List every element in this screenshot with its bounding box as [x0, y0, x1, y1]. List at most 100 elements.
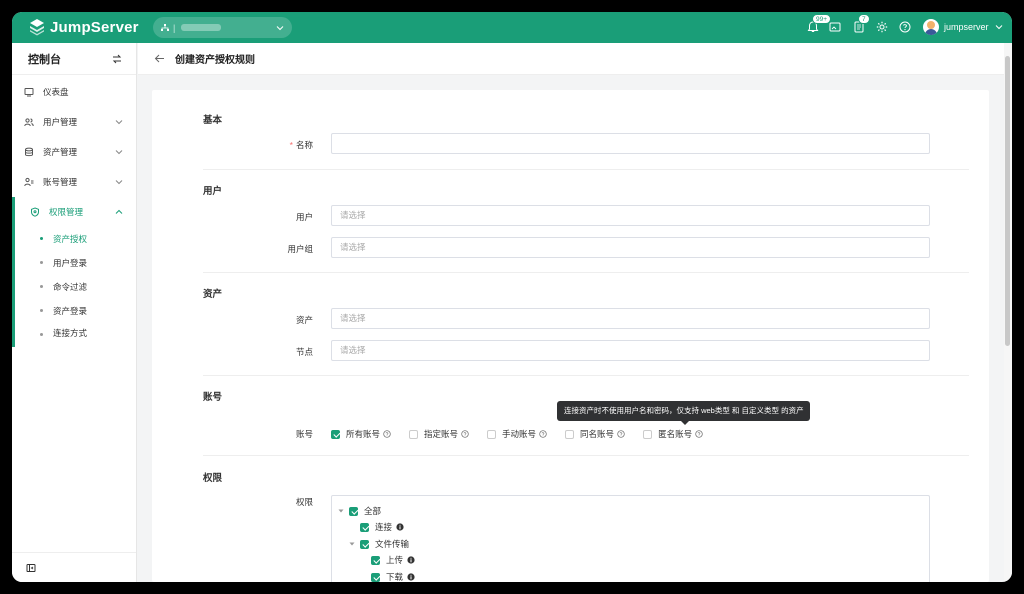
sidebar-subitem-command-filter[interactable]: 命令过滤 [15, 275, 136, 299]
sidebar-item-label: 账号管理 [43, 177, 78, 187]
sidebar-title: 控制台 [28, 53, 61, 66]
info-icon[interactable] [407, 556, 415, 564]
assets-icon [25, 147, 33, 157]
page-scrollbar[interactable] [1004, 43, 1012, 582]
tree-node-file-transfer[interactable]: 文件传输 [349, 538, 409, 550]
jumpserver-logo-icon [30, 19, 44, 36]
node-label: 节点 [295, 347, 313, 357]
section-permission: 权限 [203, 473, 223, 484]
asset-select[interactable]: 请选择 [331, 308, 930, 329]
sidebar-item-assets[interactable]: 资产管理 [12, 137, 136, 167]
page-title: 创建资产授权规则 [175, 55, 255, 66]
sidebar-subitem-asset-permission[interactable]: 资产授权 [15, 227, 136, 251]
brand-name: JumpServer [50, 18, 139, 36]
help-icon[interactable] [383, 430, 391, 438]
tickets-badge: 7 [858, 14, 870, 24]
user-select[interactable]: 请选择 [331, 205, 930, 226]
checkbox[interactable] [371, 555, 380, 565]
accounts-icon [24, 177, 34, 187]
help-icon[interactable] [461, 430, 469, 438]
tree-node-all[interactable]: 全部 [338, 505, 381, 517]
sidebar-subitem-asset-login[interactable]: 资产登录 [15, 299, 136, 323]
tree-node-label: 上传 [386, 555, 404, 565]
sidebar-item-permissions[interactable]: 权限管理 [15, 197, 136, 227]
sidebar-footer [12, 552, 136, 582]
account-label: 账号 [295, 429, 313, 439]
asset-label: 资产 [295, 315, 313, 325]
username: jumpserver [944, 22, 989, 32]
section-divider [203, 455, 969, 456]
account-option-manual[interactable]: 手动账号 [487, 428, 547, 440]
sidebar-subitem-label: 资产授权 [53, 234, 88, 244]
gear-icon[interactable] [875, 20, 889, 34]
shield-icon [31, 207, 39, 217]
sidebar-item-users[interactable]: 用户管理 [12, 107, 136, 137]
node-select[interactable]: 请选择 [331, 340, 930, 361]
sidebar-subitem-label: 连接方式 [53, 328, 88, 338]
scrollbar-thumb[interactable] [1005, 56, 1010, 346]
sidebar-subitem-label: 命令过滤 [53, 282, 88, 292]
org-icon [161, 23, 169, 31]
name-input[interactable] [331, 133, 930, 154]
section-divider [203, 169, 969, 170]
terminal-icon[interactable] [828, 20, 842, 34]
org-name-redacted [181, 24, 222, 31]
checkbox[interactable] [360, 539, 369, 549]
info-icon[interactable] [407, 573, 415, 581]
top-navbar: JumpServer | 99+ 7 jumpserver [12, 12, 1012, 43]
chevron-down-icon [115, 150, 123, 155]
sidebar-subitem-label: 用户登录 [53, 258, 88, 268]
info-icon[interactable] [396, 523, 404, 531]
brand-logo[interactable]: JumpServer [28, 18, 139, 36]
caret-down-icon[interactable] [338, 508, 344, 514]
chevron-down-icon [115, 180, 123, 185]
form-card: 基本 * 名称 用户 用户 请选择 用户组 请选择 资产 资产 请选择 节点 请选… [152, 90, 989, 582]
tree-node-download[interactable]: 下载 [371, 571, 415, 582]
tree-node-connect[interactable]: 连接 [360, 521, 404, 533]
org-selector[interactable]: | [153, 17, 292, 38]
permission-tree: 全部 连接 文件传输 上传 下载 [331, 495, 930, 582]
checkbox[interactable] [409, 429, 419, 439]
collapse-sidebar-icon[interactable] [26, 563, 36, 573]
checkbox[interactable] [643, 429, 653, 439]
switch-view-icon[interactable] [112, 54, 122, 64]
back-arrow-icon[interactable] [154, 53, 165, 64]
account-option-specified[interactable]: 指定账号 [409, 428, 469, 440]
section-divider [203, 375, 969, 376]
sidebar-subitem-user-login[interactable]: 用户登录 [15, 251, 136, 275]
checkbox[interactable] [349, 506, 358, 516]
sidebar-item-label: 资产管理 [43, 147, 78, 157]
checkbox[interactable] [331, 429, 340, 439]
user-label: 用户 [295, 212, 313, 222]
checkbox[interactable] [565, 429, 575, 439]
account-option-same-name[interactable]: 同名账号 [565, 428, 625, 440]
checkbox[interactable] [371, 572, 380, 582]
sidebar-subitem-connect-method[interactable]: 连接方式 [15, 323, 136, 347]
caret-down-icon[interactable] [349, 541, 355, 547]
option-label: 手动账号 [502, 429, 537, 439]
permission-menu-group: 权限管理 资产授权 用户登录 命令过滤 资产登录 连接方式 [12, 197, 136, 347]
sidebar: 控制台 仪表盘 用户管理 资产管理 账号管理 权限管理 资产授权 用户登录 命令… [12, 43, 137, 582]
users-icon [24, 118, 34, 127]
checkbox[interactable] [360, 522, 369, 532]
help-icon[interactable] [695, 430, 703, 438]
required-mark: * [289, 140, 293, 150]
sidebar-subitem-label: 资产登录 [53, 306, 88, 316]
chevron-down-icon [115, 120, 123, 125]
help-icon[interactable] [898, 20, 912, 34]
sidebar-item-accounts[interactable]: 账号管理 [12, 167, 136, 197]
sidebar-header: 控制台 [12, 43, 136, 75]
tree-node-upload[interactable]: 上传 [371, 554, 415, 566]
account-option-anonymous[interactable]: 匿名账号 [643, 428, 703, 440]
tree-node-label: 文件传输 [375, 539, 410, 549]
checkbox[interactable] [487, 429, 497, 439]
help-icon[interactable] [617, 430, 625, 438]
user-menu[interactable]: jumpserver [923, 19, 1003, 35]
dashboard-icon [24, 88, 34, 97]
sidebar-item-dashboard[interactable]: 仪表盘 [12, 77, 136, 107]
account-option-all[interactable]: 所有账号 [331, 428, 391, 440]
help-icon[interactable] [539, 430, 547, 438]
avatar [923, 19, 939, 35]
chevron-up-icon [115, 209, 123, 214]
usergroup-select[interactable]: 请选择 [331, 237, 930, 258]
